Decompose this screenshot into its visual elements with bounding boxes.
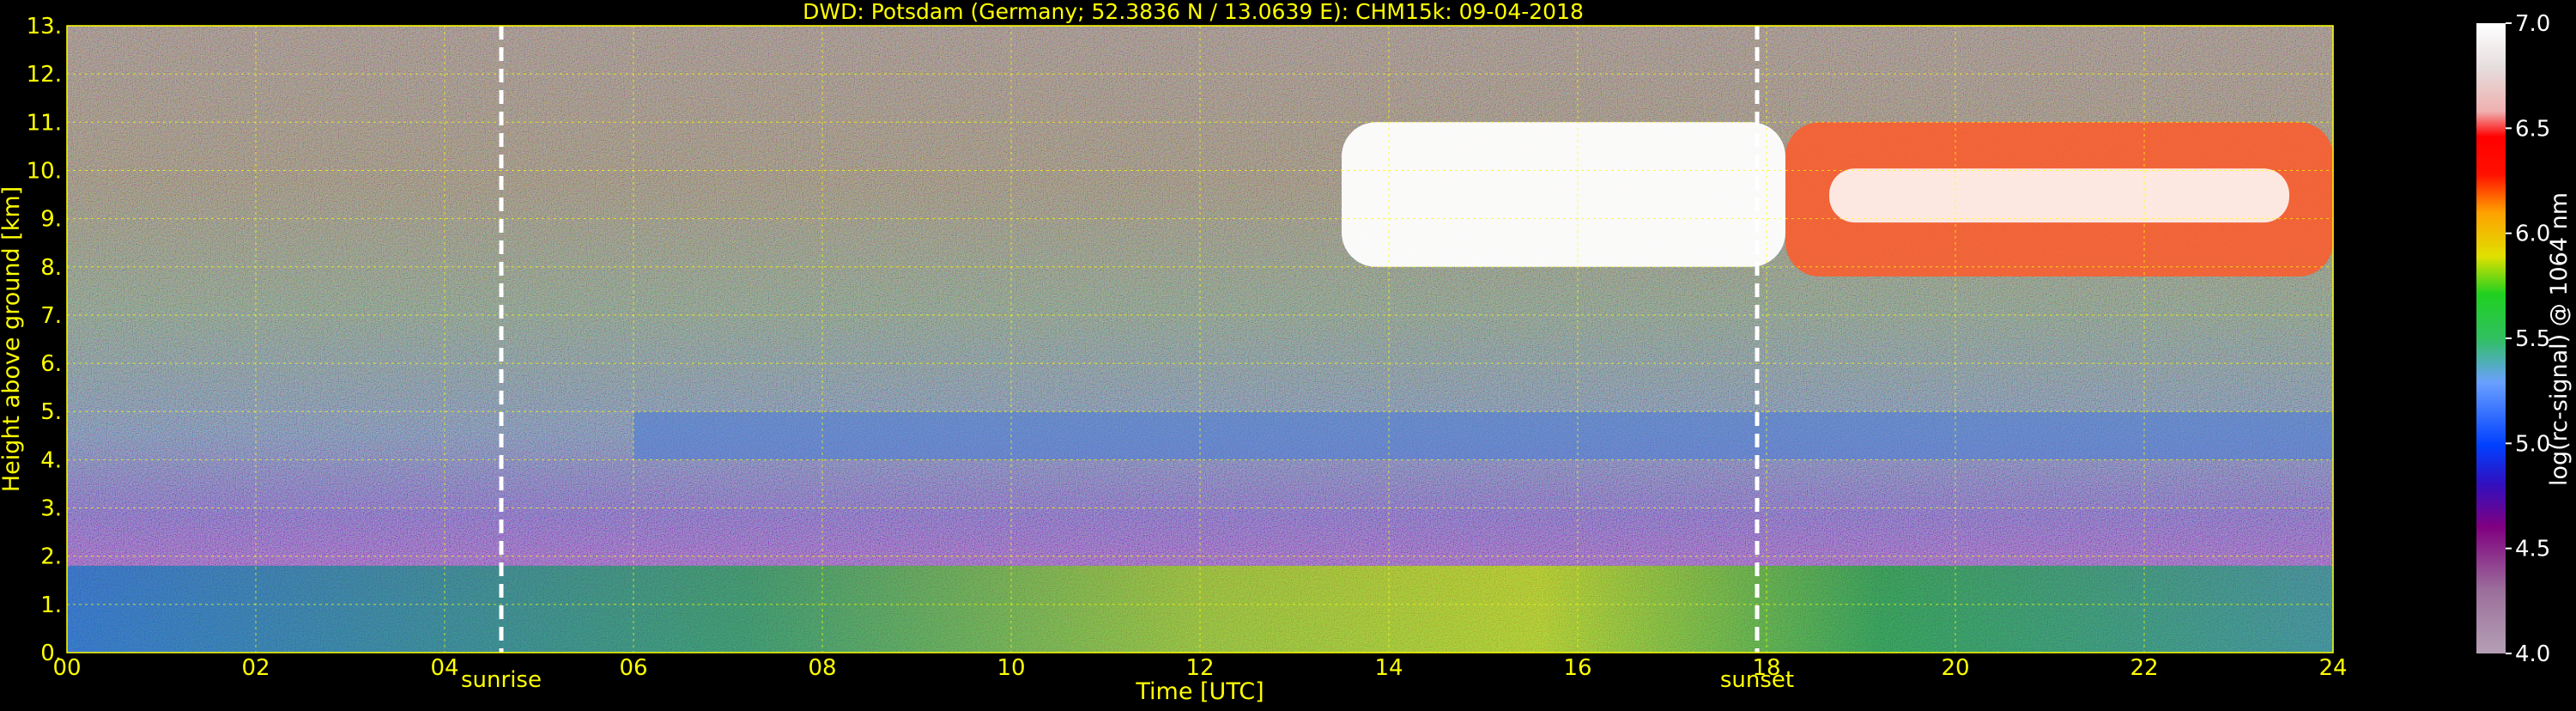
x-tick-label: 08 <box>808 655 836 681</box>
x-axis-ticks: 00 02 04 06 08 10 12 14 16 18 20 22 24 <box>52 655 2347 681</box>
y-tick-label: 1. <box>40 592 62 618</box>
colorbar: 4.04.55.05.56.06.57.0 log(rc-signal) @ 1… <box>2476 11 2573 667</box>
y-tick-label: 8. <box>40 255 62 281</box>
x-axis-label: Time [UTC] <box>1135 678 1264 705</box>
colorbar-label: log(rc-signal) @ 1064 nm <box>2546 192 2573 486</box>
x-tick-label: 24 <box>2318 655 2347 681</box>
colorbar-tick-label: 4.0 <box>2515 641 2550 667</box>
x-tick-label: 10 <box>997 655 1025 681</box>
x-tick-label: 16 <box>1563 655 1591 681</box>
sunrise-label: sunrise <box>461 667 542 693</box>
x-tick-label: 12 <box>1185 655 1214 681</box>
y-tick-label: 5. <box>40 399 62 425</box>
x-tick-label: 06 <box>619 655 647 681</box>
colorbar-ticks: 4.04.55.05.56.06.57.0 <box>2506 11 2550 667</box>
y-tick-label: 13. <box>27 14 62 40</box>
y-tick-label: 12. <box>27 62 62 88</box>
y-tick-label: 0. <box>40 641 62 666</box>
colorbar-tick-label: 4.5 <box>2515 537 2550 562</box>
y-tick-label: 2. <box>40 544 62 570</box>
chart-title: DWD: Potsdam (Germany; 52.3836 N / 13.06… <box>803 0 1584 24</box>
x-tick-label: 14 <box>1374 655 1403 681</box>
y-tick-label: 10. <box>27 158 62 184</box>
chart-svg: sunrise sunset 00 02 04 06 08 10 12 14 16 18 20 22 24… <box>0 0 2573 705</box>
colorbar-tick-label: 7.0 <box>2515 11 2550 37</box>
x-tick-label: 18 <box>1752 655 1780 681</box>
lidar-chart: sunrise sunset 00 02 04 06 08 10 12 14 16 18 20 22 24… <box>0 0 2576 708</box>
x-tick-label: 20 <box>1941 655 1969 681</box>
x-tick-label: 04 <box>430 655 458 681</box>
aerosol-layer-feature <box>633 411 2333 460</box>
y-tick-label: 9. <box>40 207 62 233</box>
y-tick-label: 7. <box>40 303 62 329</box>
colorbar-tick-label: 6.5 <box>2515 116 2550 142</box>
cirrus-cloud-feature <box>1342 122 1785 267</box>
x-tick-label: 02 <box>241 655 270 681</box>
x-tick-label: 22 <box>2130 655 2158 681</box>
cloud-core <box>1829 168 2289 223</box>
y-tick-label: 4. <box>40 447 62 473</box>
y-tick-label: 3. <box>40 496 62 522</box>
y-axis-label: Height above ground [km] <box>0 186 25 492</box>
y-tick-label: 6. <box>40 351 62 377</box>
y-tick-label: 11. <box>27 110 62 136</box>
colorbar-scale <box>2476 23 2506 653</box>
y-axis-ticks: 0. 1. 2. 3. 4. 5. 6. 7. 8. 9. 10. 11. 12. 13. <box>27 14 62 666</box>
